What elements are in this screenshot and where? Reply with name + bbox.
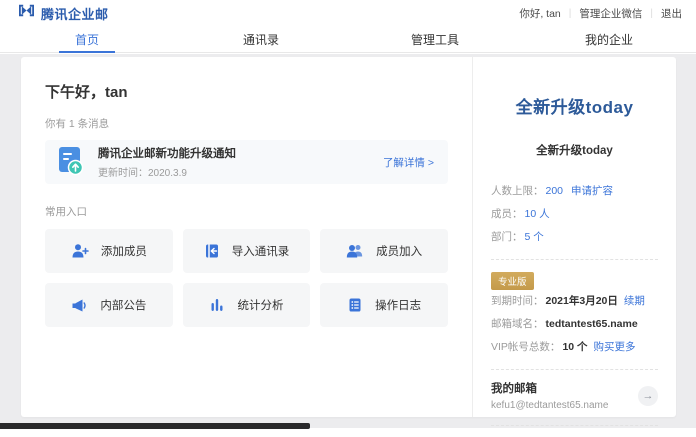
promo-title: 全新升级today: [491, 93, 658, 118]
mailbox-address: kefu1@tedtantest65.name: [491, 400, 638, 411]
topbar-links: 你好, tan | 管理企业微信 | 退出: [519, 6, 682, 21]
tab-contacts[interactable]: 通讯录: [174, 26, 348, 52]
notice-details-link[interactable]: 了解详情 >: [383, 155, 434, 170]
domain-label: 邮箱域名：: [491, 318, 544, 330]
org-stats: 人数上限：200 申请扩容 成员：10 人 部门：5 个: [491, 180, 658, 249]
upgrade-notice-row[interactable]: 腾讯企业邮新功能升级通知 更新时间：2020.3.9 了解详情 >: [45, 140, 448, 184]
department-count-row: 部门：5 个: [491, 226, 658, 249]
account-panel: 全新升级today 全新升级today 人数上限：200 申请扩容 成员：10 人…: [473, 57, 676, 417]
member-count-row: 成员：10 人: [491, 203, 658, 226]
vip-row: VIP帐号总数：10 个购买更多: [491, 336, 658, 359]
notice-title: 腾讯企业邮新功能升级通知: [98, 145, 383, 161]
main-nav: 首页 通讯录 管理工具 我的企业: [0, 26, 696, 53]
quick-entry-grid: 添加成员 导入通讯录: [45, 229, 448, 327]
import-contacts-button[interactable]: 导入通讯录: [183, 229, 311, 273]
exmail-logo-icon: [18, 4, 35, 22]
vip-value: 10 个: [562, 341, 587, 353]
department-count-value: 5 个: [525, 231, 544, 243]
topbar: 腾讯企业邮 你好, tan | 管理企业微信 | 退出: [0, 0, 696, 26]
separator: |: [650, 8, 653, 19]
import-contacts-icon: [204, 243, 220, 259]
expiry-value: 2021年3月20日: [546, 295, 618, 307]
expand-capacity-link[interactable]: 申请扩容: [571, 185, 613, 197]
content-background: 下午好，tan 你有 1 条消息 腾讯企业: [0, 54, 696, 428]
page-greeting: 下午好，tan: [45, 81, 448, 102]
tab-my-company[interactable]: 我的企业: [522, 26, 696, 52]
bottom-dark-bar: [0, 423, 310, 429]
member-limit-label: 人数上限：: [491, 185, 544, 197]
expiry-label: 到期时间：: [491, 295, 544, 307]
logout-link[interactable]: 退出: [661, 6, 682, 21]
tab-admin-tools[interactable]: 管理工具: [348, 26, 522, 52]
vip-label: VIP帐号总数：: [491, 341, 560, 353]
notice-texts: 腾讯企业邮新功能升级通知 更新时间：2020.3.9: [98, 145, 383, 179]
brand[interactable]: 腾讯企业邮: [18, 4, 109, 23]
add-member-button[interactable]: 添加成员: [45, 229, 173, 273]
dashed-divider: [491, 425, 658, 426]
log-list-icon: [347, 297, 363, 313]
add-member-label: 添加成员: [101, 243, 147, 259]
statistics-label: 统计分析: [237, 297, 283, 313]
plan-badge: 专业版: [491, 272, 534, 290]
member-count-value: 10 人: [525, 208, 550, 220]
mailbox-title: 我的邮箱: [491, 380, 638, 396]
member-limit-row: 人数上限：200 申请扩容: [491, 180, 658, 203]
arrow-right-icon: →: [643, 390, 654, 402]
bar-chart-icon: [209, 297, 225, 313]
tab-home[interactable]: 首页: [0, 26, 174, 52]
statistics-button[interactable]: 统计分析: [183, 283, 311, 327]
domain-value: tedtantest65.name: [546, 318, 638, 330]
overview-panel: 下午好，tan 你有 1 条消息 腾讯企业: [21, 57, 472, 417]
members-icon: [346, 243, 364, 259]
department-count-label: 部门：: [491, 231, 523, 243]
upgrade-doc-icon: [59, 147, 85, 177]
promo-subtitle: 全新升级today: [491, 142, 658, 158]
brand-name: 腾讯企业邮: [41, 4, 109, 23]
notice-updated: 更新时间：2020.3.9: [98, 164, 383, 179]
renew-link[interactable]: 续期: [624, 295, 645, 307]
member-limit-value: 200: [546, 185, 564, 197]
import-contacts-label: 导入通讯录: [232, 243, 290, 259]
member-join-button[interactable]: 成员加入: [320, 229, 448, 273]
buy-more-link[interactable]: 购买更多: [594, 341, 636, 353]
megaphone-icon: [71, 298, 88, 313]
dashed-divider: [491, 369, 658, 370]
mailbox-texts: 我的邮箱 kefu1@tedtantest65.name: [491, 380, 638, 411]
operation-log-label: 操作日志: [375, 297, 421, 313]
quick-entries-title: 常用入口: [45, 204, 448, 219]
message-count: 你有 1 条消息: [45, 116, 448, 131]
person-add-icon: [71, 243, 89, 259]
separator: |: [569, 8, 572, 19]
user-greeting[interactable]: 你好, tan: [519, 6, 560, 21]
member-count-label: 成员：: [491, 208, 523, 220]
operation-log-button[interactable]: 操作日志: [320, 283, 448, 327]
internal-announcement-label: 内部公告: [100, 297, 146, 313]
domain-row: 邮箱域名：tedtantest65.name: [491, 313, 658, 336]
exmail-admin-home: 腾讯企业邮 你好, tan | 管理企业微信 | 退出 首页 通讯录 管理工具 …: [0, 0, 696, 437]
main-card: 下午好，tan 你有 1 条消息 腾讯企业: [21, 57, 676, 417]
internal-announcement-button[interactable]: 内部公告: [45, 283, 173, 327]
expiry-row: 到期时间：2021年3月20日续期: [491, 290, 658, 313]
member-join-label: 成员加入: [376, 243, 422, 259]
dashed-divider: [491, 259, 658, 260]
open-mailbox-button[interactable]: →: [638, 386, 658, 406]
manage-wechat-link[interactable]: 管理企业微信: [579, 6, 642, 21]
my-mailbox: 我的邮箱 kefu1@tedtantest65.name →: [491, 380, 658, 411]
